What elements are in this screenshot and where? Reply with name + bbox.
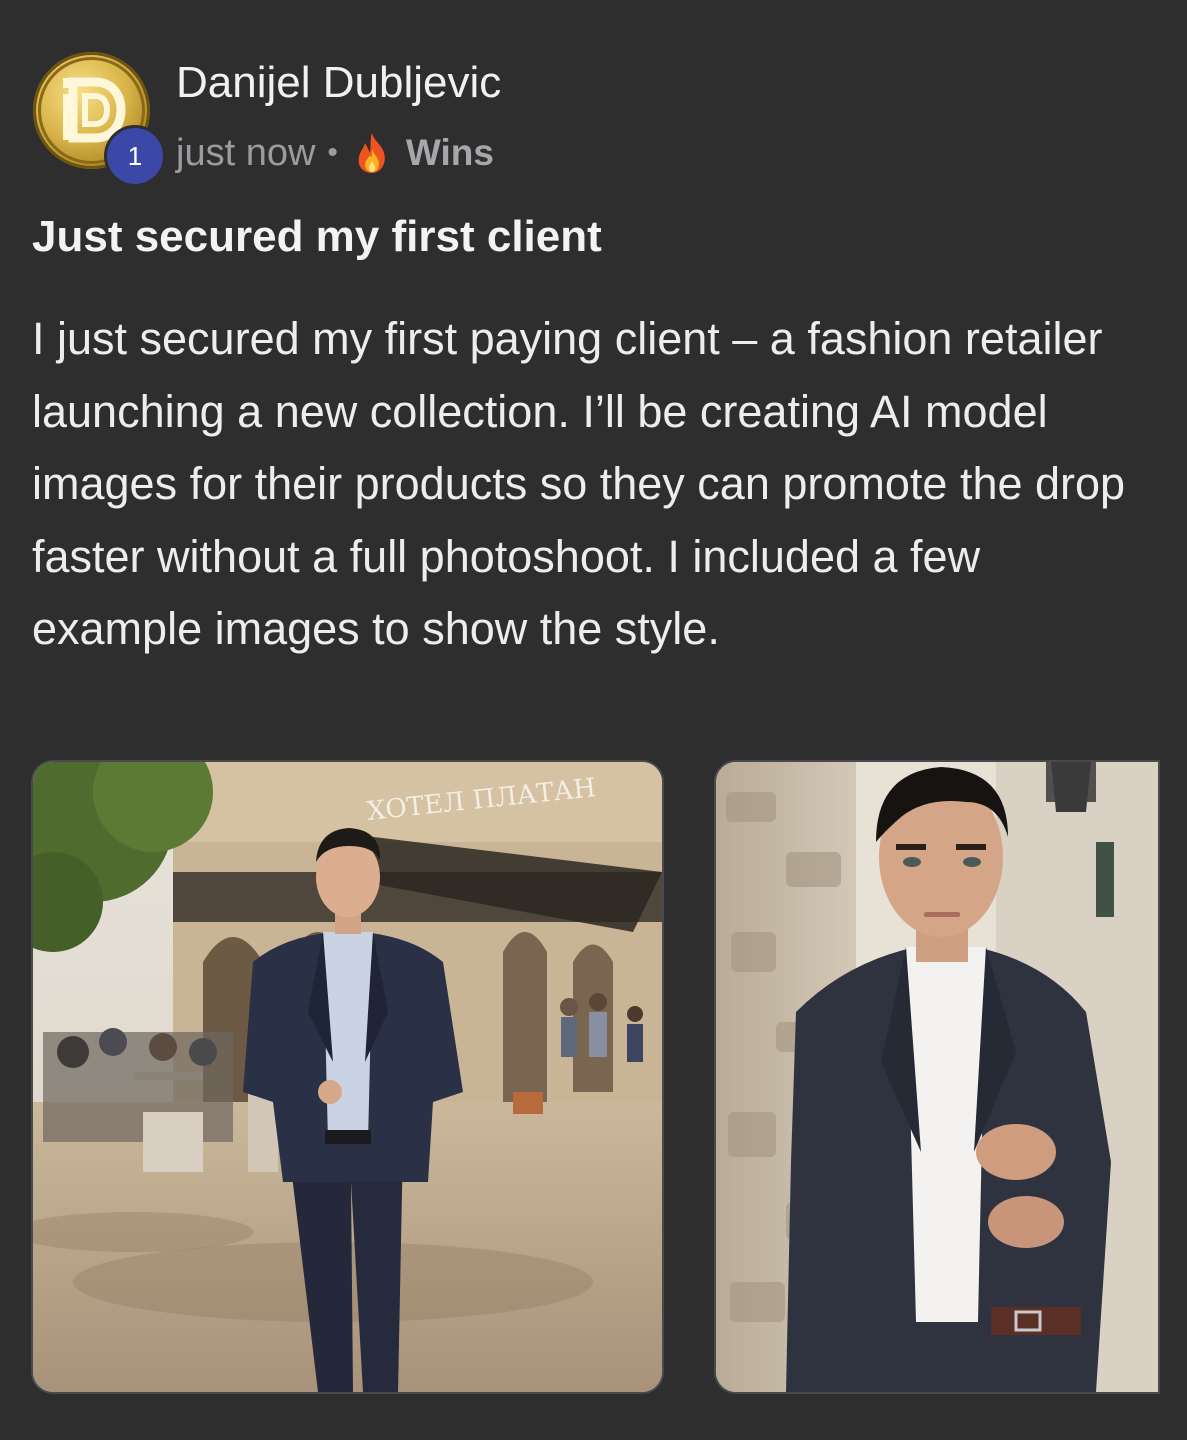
author-name[interactable]: Danijel Dubljevic [176,58,501,108]
post-meta: just now • Wins [176,128,494,178]
separator-dot: • [327,136,338,169]
portrait-photo [716,762,1158,1392]
timestamp: just now [176,131,316,174]
post-title: Just secured my first client [32,212,602,261]
category-link[interactable]: Wins [406,132,494,174]
post-card[interactable]: 1 Danijel Dubljevic just now • Wins Just… [0,0,1187,1440]
street-scene-photo: ХОТЕЛ ПЛАТАН [33,762,662,1392]
post-body: I just secured my first paying client – … [32,313,1126,654]
fire-icon [358,133,385,173]
post-image-1[interactable]: ХОТЕЛ ПЛАТАН [33,762,662,1392]
level-badge: 1 [107,128,163,184]
post-image-2[interactable] [716,762,1158,1392]
